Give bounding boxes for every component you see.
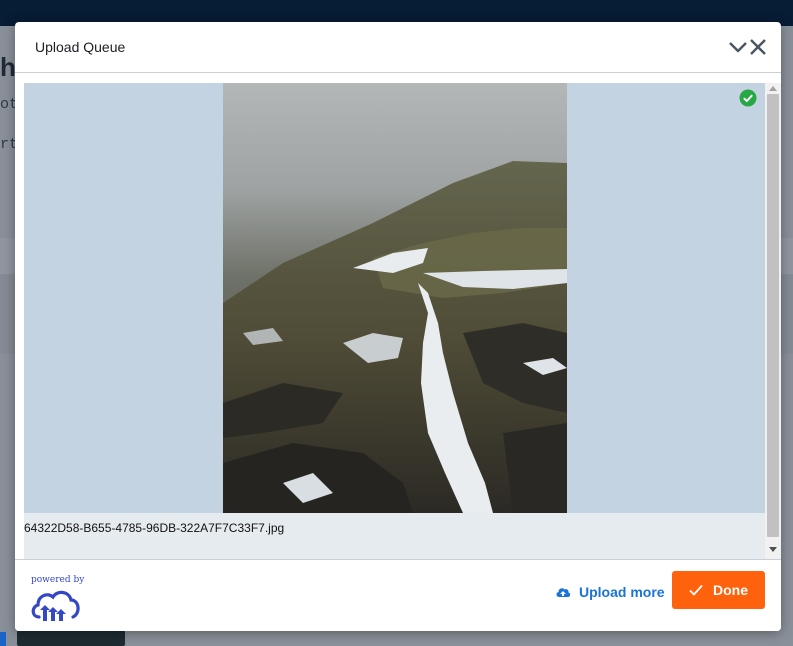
scrollbar[interactable] [765,83,781,559]
scroll-thumb[interactable] [767,94,779,537]
queue-list: 64322D58-B655-4785-96DB-322A7F7C33F7.jpg [24,83,781,559]
background-heading: h [0,52,16,82]
modal-title: Upload Queue [35,39,126,55]
file-name: 64322D58-B655-4785-96DB-322A7F7C33F7.jpg [24,521,285,535]
scroll-up-arrow[interactable] [769,86,777,91]
cloudinary-logo-icon[interactable] [29,587,81,623]
background-button [0,632,6,646]
powered-by-label: powered by [31,575,85,585]
check-circle-icon [739,89,757,107]
cloud-upload-icon [556,588,571,597]
upload-more-label: Upload more [579,584,665,600]
done-button[interactable]: Done [672,571,765,609]
upload-more-button[interactable]: Upload more [555,580,665,604]
background-button [17,630,125,646]
done-label: Done [713,582,748,598]
modal-header: Upload Queue [15,22,781,73]
scroll-down-arrow[interactable] [769,547,777,552]
check-icon [689,584,703,596]
thumbnail-frame [24,83,765,513]
chevron-down-icon[interactable] [727,36,749,58]
modal-footer: powered by Upload more Done [15,559,781,631]
thumbnail-image [223,83,567,513]
upload-queue-modal: Upload Queue 64322D58-B655-4785-96DB-322… [15,22,781,631]
close-icon[interactable] [747,36,769,58]
queue-item: 64322D58-B655-4785-96DB-322A7F7C33F7.jpg [24,83,765,559]
